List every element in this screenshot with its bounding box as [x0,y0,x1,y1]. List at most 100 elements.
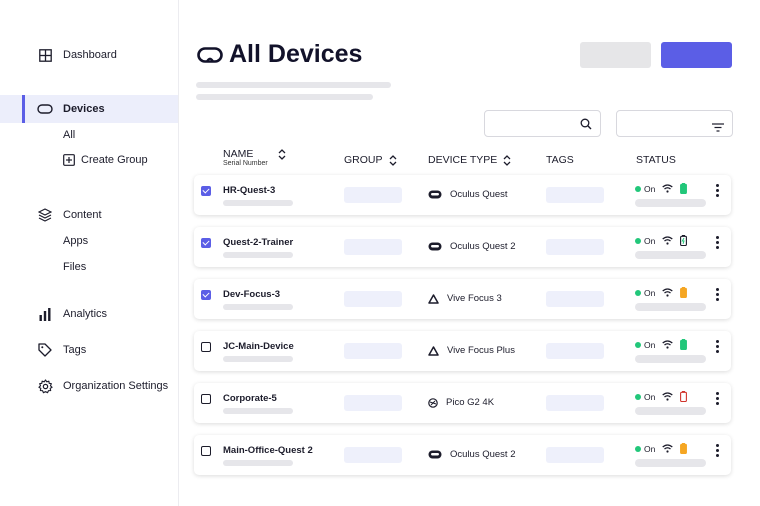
table-row[interactable]: HR-Quest-3 Oculus Quest On [194,175,731,215]
serial-placeholder [223,460,293,466]
column-header-label: GROUP [344,154,383,166]
device-type-label: Oculus Quest 2 [450,449,516,460]
sidebar-item-tags[interactable]: Tags [0,341,178,359]
wifi-icon [662,392,674,401]
column-header-tags[interactable]: TAGS [546,154,574,166]
column-header-name[interactable]: NAME Serial Number [223,148,286,167]
status-label: On [644,339,656,350]
row-checkbox[interactable] [201,238,211,248]
column-header-sublabel: Serial Number [223,160,268,167]
sidebar-item-organization-settings[interactable]: Organization Settings [0,377,178,395]
more-options-icon[interactable] [715,444,719,457]
more-options-icon[interactable] [715,392,719,405]
more-options-icon[interactable] [715,236,719,249]
plus-box-icon [63,154,75,166]
sidebar-item-analytics[interactable]: Analytics [0,305,178,323]
bar-chart-icon [37,306,53,322]
sidebar-item-label: Tags [63,344,87,356]
battery-icon [680,443,688,454]
tags-placeholder [546,239,604,255]
headset-icon [428,190,446,199]
sidebar-item-devices[interactable]: Devices [0,95,178,123]
sidebar-subitem-all[interactable]: All [63,129,75,141]
device-type-label: Vive Focus Plus [447,345,515,356]
device-name: Main-Office-Quest 2 [223,445,313,456]
device-type-label: Vive Focus 3 [447,293,502,304]
table-row[interactable]: Main-Office-Quest 2 Oculus Quest 2 On [194,435,731,475]
status-bar-placeholder [635,459,706,467]
battery-icon [680,183,688,194]
more-options-icon[interactable] [715,184,719,197]
sidebar-subitem-apps[interactable]: Apps [63,235,88,247]
page-title-text: All Devices [229,40,363,68]
status-label: On [644,183,656,194]
sidebar-subitem-files[interactable]: Files [63,261,86,273]
online-dot-icon [635,237,641,244]
column-header-label: TAGS [546,154,574,166]
sidebar-item-content[interactable]: Content [0,206,178,224]
headset-icon [37,101,53,117]
serial-placeholder [223,304,293,310]
sort-icon [389,154,397,166]
group-placeholder [344,447,402,463]
battery-icon [680,339,688,350]
battery-icon [680,235,688,246]
secondary-button[interactable] [580,42,651,68]
device-type: Vive Focus 3 [428,293,502,304]
online-dot-icon [635,341,641,348]
sidebar-item-label: Content [63,209,102,221]
tags-placeholder [546,291,604,307]
column-header-status[interactable]: STATUS [636,154,676,166]
column-header-label: NAME [223,148,254,160]
table-row[interactable]: Quest-2-Trainer Oculus Quest 2 On [194,227,731,267]
device-type-label: Oculus Quest [450,189,508,200]
status-indicators: On [635,235,688,246]
group-placeholder [344,395,402,411]
filter-icon [712,119,724,137]
status-bar-placeholder [635,199,706,207]
row-checkbox[interactable] [201,290,211,300]
device-type: Vive Focus Plus [428,345,515,356]
row-checkbox[interactable] [201,342,211,352]
table-row[interactable]: JC-Main-Device Vive Focus Plus On [194,331,731,371]
subtitle-placeholder [196,82,391,88]
wifi-icon [662,444,674,453]
search-icon [580,117,592,135]
table-row[interactable]: Corporate-5 Pico G2 4K On [194,383,731,423]
column-header-group[interactable]: GROUP [344,154,397,166]
status-indicators: On [635,443,688,454]
search-input[interactable] [484,110,601,137]
row-checkbox[interactable] [201,186,211,196]
status-indicators: On [635,391,688,402]
triangle-icon [428,345,443,356]
column-header-label: STATUS [636,154,676,166]
grid-icon [37,47,53,63]
status-indicators: On [635,339,688,350]
battery-icon [680,287,688,298]
device-type-label: Oculus Quest 2 [450,241,516,252]
device-type: Pico G2 4K [428,397,494,408]
tags-placeholder [546,187,604,203]
serial-placeholder [223,356,293,362]
more-options-icon[interactable] [715,288,719,301]
status-indicators: On [635,287,688,298]
device-name: Corporate-5 [223,393,277,404]
status-bar-placeholder [635,303,706,311]
filter-select[interactable] [616,110,733,137]
column-header-device-type[interactable]: DEVICE TYPE [428,154,511,166]
row-checkbox[interactable] [201,394,211,404]
sidebar-subitem-create-group[interactable]: Create Group [63,154,148,166]
sidebar-item-dashboard[interactable]: Dashboard [0,46,178,64]
pico-icon [428,397,442,408]
wifi-icon [662,236,674,245]
more-options-icon[interactable] [715,340,719,353]
tag-icon [37,342,53,358]
device-name: JC-Main-Device [223,341,294,352]
page-title: All Devices [197,40,362,69]
tags-placeholder [546,447,604,463]
row-checkbox[interactable] [201,446,211,456]
table-row[interactable]: Dev-Focus-3 Vive Focus 3 On [194,279,731,319]
sidebar-item-label: Devices [63,103,105,115]
sidebar-item-label: Analytics [63,308,108,320]
primary-button[interactable] [661,42,732,68]
